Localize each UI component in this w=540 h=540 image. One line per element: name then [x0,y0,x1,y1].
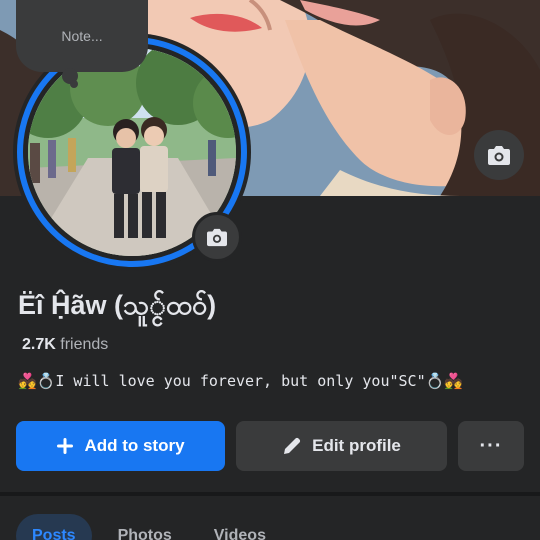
edit-profile-label: Edit profile [312,436,401,455]
friends-label: friends [60,336,109,353]
pencil-icon [284,437,301,454]
more-horizontal-icon: ··· [479,434,503,457]
more-options-button[interactable]: ··· [458,421,524,471]
tab-videos[interactable]: Videos [198,514,282,540]
note-tail-small [70,80,78,88]
friends-number: 2.7K [22,336,56,353]
note-bubble[interactable]: Note... [16,0,148,72]
note-label: Note... [61,28,103,44]
add-to-story-label: Add to story [84,436,185,455]
tab-photos[interactable]: Photos [102,514,188,540]
edit-profile-button[interactable]: Edit profile [236,421,447,471]
profile-bio: 💑💍I will love you forever, but only you"… [18,372,463,390]
add-to-story-button[interactable]: Add to story [16,421,225,471]
avatar-camera-button[interactable] [192,212,242,262]
tab-label: Photos [117,527,172,540]
friends-count[interactable]: 2.7K friends [22,336,108,354]
cover-camera-button[interactable] [474,130,524,180]
plus-icon [57,438,74,454]
profile-tabs: Posts Photos Videos [16,514,282,540]
camera-icon [488,146,510,165]
tab-posts[interactable]: Posts [16,514,92,540]
tab-label: Videos [213,527,266,540]
section-divider [0,492,540,496]
tab-label: Posts [32,527,76,540]
profile-name: Ëî Ḥ̂ãw (သူ္င်ထ၀်) [18,290,217,320]
camera-icon [207,228,227,247]
